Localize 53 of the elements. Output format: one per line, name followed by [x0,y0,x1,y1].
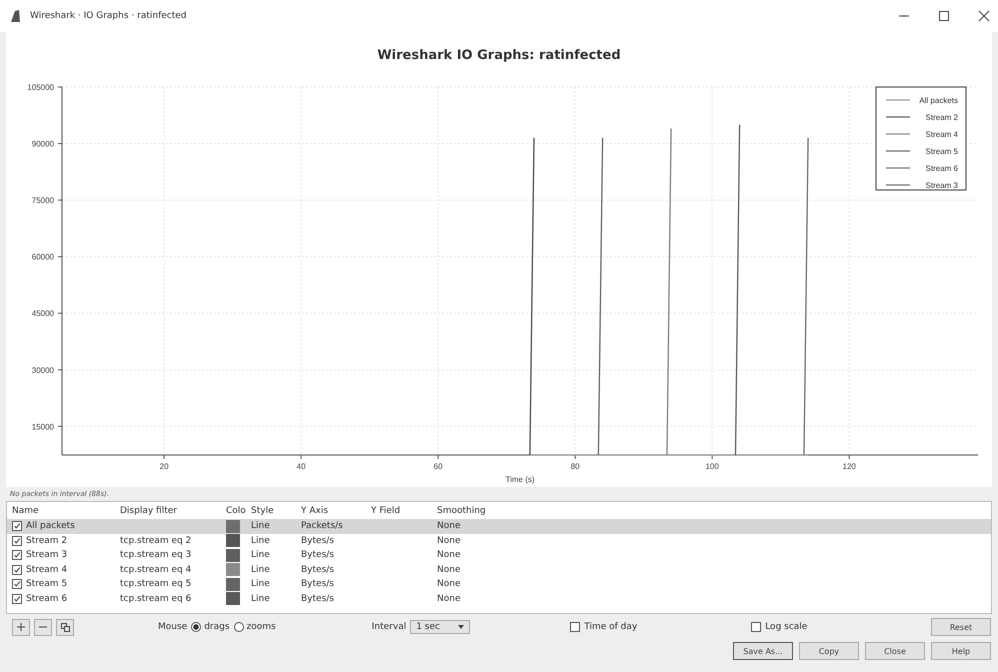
table-cell: Bytes/s [301,550,334,560]
table-cell: tcp.stream eq 2 [120,536,192,546]
table-cell: None [437,564,460,575]
legend-label: Stream 6 [926,164,958,173]
y-tick-label: 90000 [32,140,54,149]
mouse-label: Mouse [158,622,188,632]
table-cell: Line [251,521,270,532]
legend-label: Stream 2 [926,113,958,122]
table-cell: Line [251,594,270,604]
y-tick-label: 30000 [32,366,54,375]
table-cell: Stream 3 [26,550,68,560]
table-cell: Bytes/s [301,564,334,575]
table-cell: None [437,521,460,532]
table-cell: Stream 5 [26,579,68,590]
table-cell: Stream 6 [26,594,68,604]
legend-label: Stream 4 [926,130,958,139]
table-cell: Line [251,579,270,590]
chart-title: Wireshark IO Graphs: ratinfected [377,48,621,63]
table-cell: tcp.stream eq 6 [120,594,192,604]
table-cell: None [437,536,460,546]
x-tick-label: 20 [160,462,169,471]
table-cell: Bytes/s [301,536,334,546]
y-tick-label: 105000 [27,83,54,92]
y-tick-label: 60000 [32,252,54,262]
y-tick-label: 75000 [32,196,54,206]
table-cell: Line [251,550,270,560]
table-cell: tcp.stream eq 3 [120,550,192,560]
table-cell: Bytes/s [301,594,334,604]
x-axis-label: Time (s) [505,475,535,484]
interval-label: Interval [372,622,406,632]
x-tick-label: 120 [842,462,856,471]
table-cell: Stream 4 [26,564,68,575]
legend-label: Stream 5 [926,147,958,156]
table-cell: Bytes/s [301,579,334,590]
table-cell: Packets/s [301,521,343,532]
table-cell: Line [251,536,270,546]
table-cell: None [437,579,460,590]
y-tick-label: 45000 [32,309,54,318]
table-cell: Stream 2 [26,536,68,546]
x-tick-label: 100 [706,462,719,471]
x-tick-label: 80 [570,462,580,471]
table-cell: tcp.stream eq 4 [120,564,192,575]
table-cell: None [437,594,460,604]
table-cell: All packets [26,521,75,532]
x-tick-label: 40 [296,462,306,471]
legend-label: Stream 3 [926,181,958,190]
window-title: Wireshark · IO Graphs · ratinfected [30,11,187,21]
table-cell: Line [251,564,270,575]
x-tick-label: 60 [434,462,443,471]
y-tick-label: 15000 [32,422,54,432]
table-cell: tcp.stream eq 5 [120,579,192,590]
legend-label: All packets [919,96,958,105]
table-cell: None [437,550,460,560]
